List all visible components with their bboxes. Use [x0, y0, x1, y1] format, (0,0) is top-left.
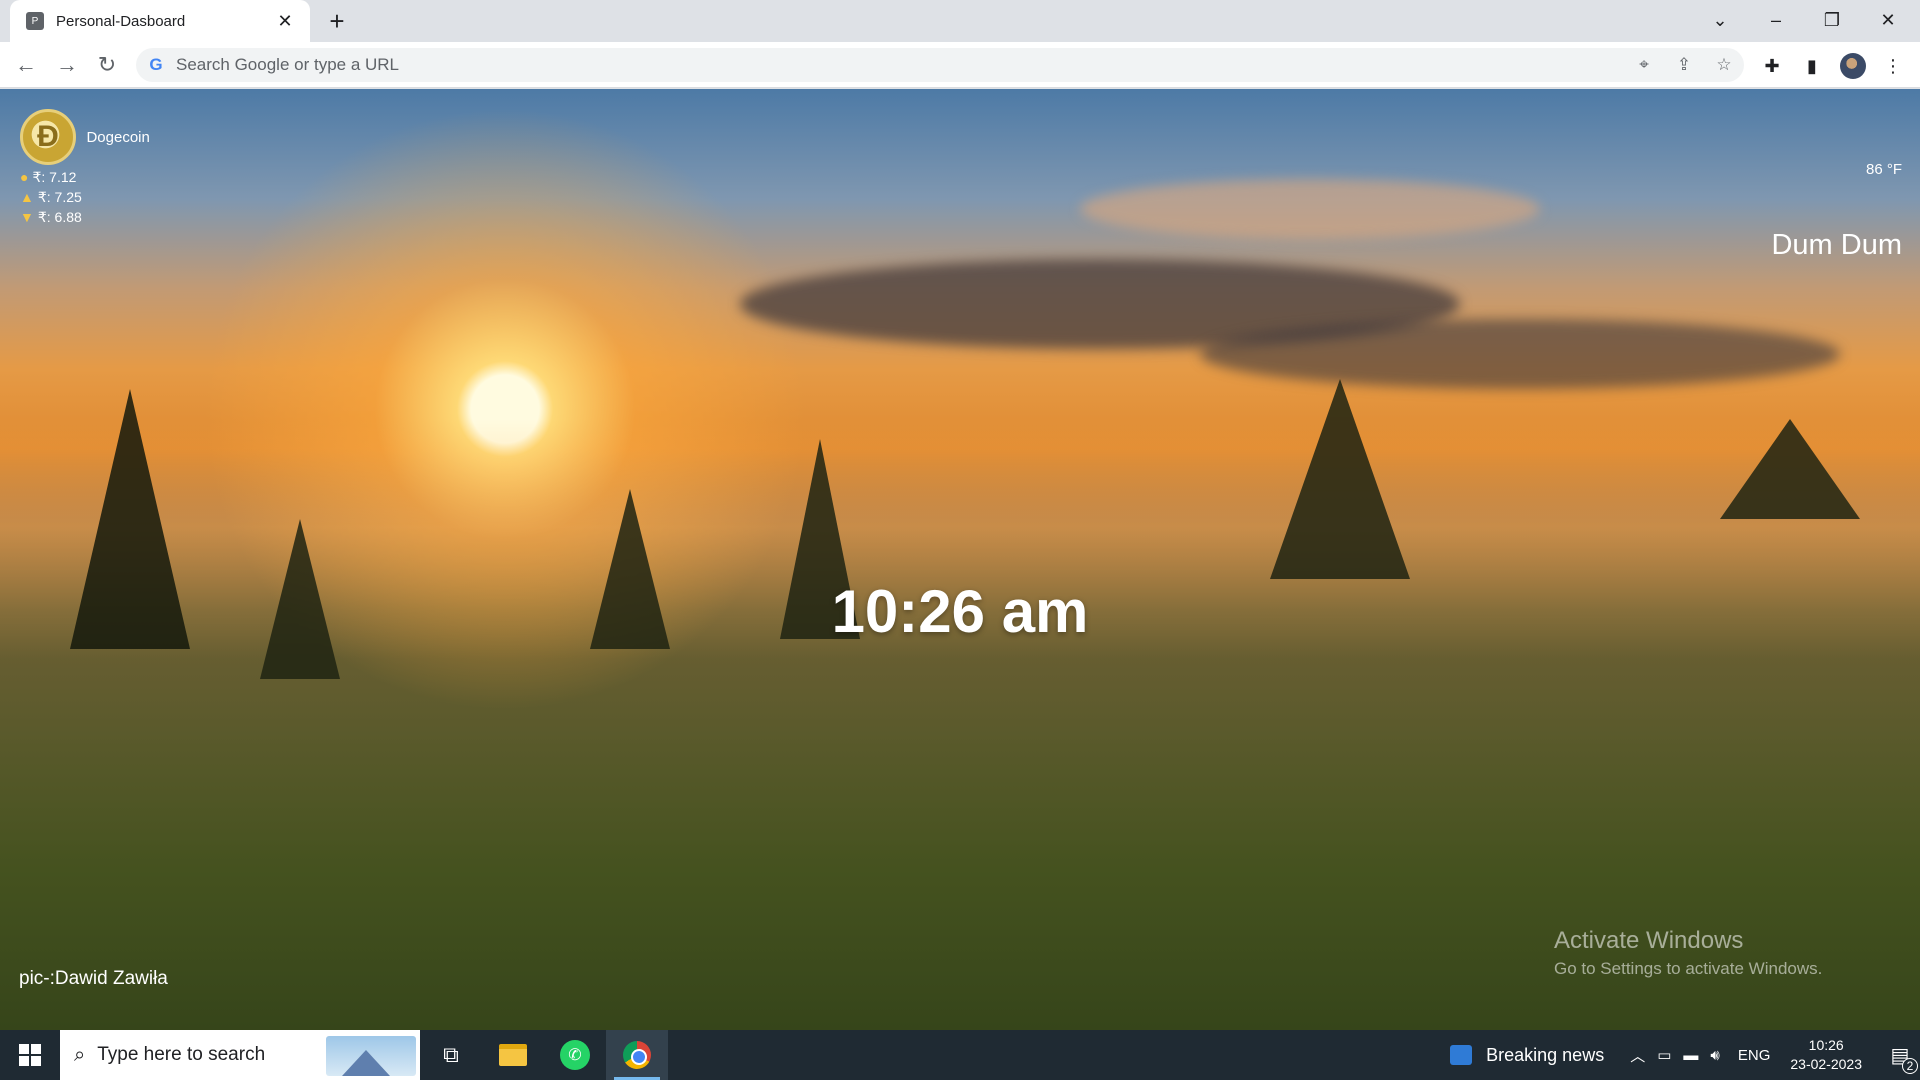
minimize-button[interactable]: – [1748, 0, 1804, 40]
crypto-widget: Ð Dogecoin ● ₹: 7.12 ▲ ₹: 7.25 ▼ ₹: 6.88 [20, 109, 150, 227]
new-tab-button[interactable]: + [323, 6, 351, 36]
back-arrow-icon[interactable]: ← [10, 49, 42, 81]
start-button[interactable] [0, 1030, 60, 1080]
battery-icon[interactable]: ▬ [1683, 1047, 1698, 1064]
task-view-icon: ⧉ [443, 1042, 459, 1067]
crypto-high-price: ▲ ₹: 7.25 [20, 189, 82, 205]
show-hidden-icons-chevron-icon[interactable]: ︿ [1630, 1045, 1645, 1066]
crypto-current-price: ● ₹: 7.12 [20, 169, 77, 185]
close-window-button[interactable]: ✕ [1860, 0, 1916, 40]
forward-arrow-icon[interactable]: → [51, 49, 83, 81]
activate-windows-watermark: Activate Windows Go to Settings to activ… [1554, 927, 1822, 979]
dogecoin-logo-icon: Ð [20, 109, 76, 165]
whatsapp-button[interactable]: ✆ [544, 1030, 606, 1080]
star-icon[interactable]: ☆ [1704, 55, 1744, 75]
tab-title: Personal-Dasboard [56, 12, 186, 30]
tab-close-icon[interactable]: ✕ [274, 11, 296, 32]
crypto-name: Dogecoin [86, 128, 150, 146]
thumbs-up-icon: ▲ [20, 189, 34, 205]
news-widget[interactable]: Breaking news [1450, 1045, 1604, 1066]
chrome-button[interactable] [606, 1030, 668, 1080]
device-icon[interactable]: ▭ [1657, 1046, 1671, 1064]
google-g-icon: G [149, 55, 163, 74]
browser-toolbar: ← → ↻ G Search Google or type a URL ⌖ ⇪ … [0, 42, 1920, 88]
taskbar-search-placeholder: Type here to search [97, 1044, 266, 1065]
file-explorer-icon [499, 1044, 527, 1066]
notification-center-button[interactable]: ▤ 2 [1880, 1043, 1920, 1074]
extensions-puzzle-icon[interactable]: ✚ [1757, 51, 1787, 81]
profile-avatar-icon[interactable] [1838, 51, 1868, 81]
clock-time: 10:26 am [831, 578, 1089, 645]
taskbar-date: 23-02-2023 [1790, 1056, 1862, 1072]
thumbs-down-icon: ▼ [20, 209, 34, 225]
omnibox-input[interactable]: Search Google or type a URL [176, 55, 1624, 75]
dashboard-page: Ð Dogecoin ● ₹: 7.12 ▲ ₹: 7.25 ▼ ₹: 6.88 86… [0, 89, 1920, 1030]
windows-logo-icon [19, 1044, 41, 1066]
windows-taskbar: ⌕ Type here to search ⧉ ✆ Breaking news … [0, 1030, 1920, 1080]
news-icon [1450, 1045, 1473, 1065]
coin-bag-icon: ● [20, 169, 29, 185]
watermark-subtitle: Go to Settings to activate Windows. [1554, 959, 1823, 978]
file-explorer-button[interactable] [482, 1030, 544, 1080]
taskbar-time: 10:26 [1808, 1037, 1844, 1053]
crypto-low-price: ▼ ₹: 6.88 [20, 209, 82, 225]
restore-button[interactable]: ❐ [1804, 0, 1860, 40]
language-indicator[interactable]: ENG [1738, 1047, 1771, 1064]
tab-search-chevron-icon[interactable]: ⌄ [1692, 0, 1748, 40]
chrome-icon [623, 1041, 651, 1069]
taskbar-clock[interactable]: 10:26 23-02-2023 [1790, 1036, 1862, 1074]
kebab-menu-icon[interactable]: ⋮ [1878, 51, 1908, 81]
background-tree [1720, 419, 1860, 519]
tab-favicon-icon: P [26, 12, 44, 30]
watermark-title: Activate Windows [1554, 927, 1744, 954]
search-highlight-art [326, 1036, 416, 1076]
taskbar-search-box[interactable]: ⌕ Type here to search [60, 1030, 420, 1080]
system-tray: Breaking news ︿ ▭ ▬ 🔊︎ ENG 10:26 23-02-2… [1450, 1030, 1920, 1080]
side-panel-icon[interactable]: ▮ [1797, 51, 1827, 81]
volume-icon[interactable]: 🔊︎ [1710, 1047, 1719, 1064]
share-icon[interactable]: ⇪ [1664, 55, 1704, 75]
whatsapp-icon: ✆ [560, 1040, 590, 1070]
weather-city: Dum Dum [1771, 229, 1902, 261]
omnibox[interactable]: G Search Google or type a URL ⌖ ⇪ ☆ [136, 48, 1744, 82]
weather-temperature: 86 °F [1865, 161, 1902, 178]
search-icon: ⌕ [74, 1043, 86, 1066]
location-icon[interactable]: ⌖ [1624, 55, 1664, 75]
photo-credit: pic-:Dawid Zawiła [19, 968, 168, 989]
tab-strip: P Personal-Dasboard ✕ + ⌄ – ❐ ✕ [0, 0, 1920, 42]
task-view-button[interactable]: ⧉ [420, 1030, 482, 1080]
browser-tab[interactable]: P Personal-Dasboard ✕ [10, 0, 310, 42]
notification-count-badge: 2 [1902, 1057, 1918, 1074]
background-tree [1270, 379, 1410, 579]
background-cloud [1080, 179, 1540, 239]
news-label: Breaking news [1486, 1044, 1605, 1065]
reload-icon[interactable]: ↻ [91, 49, 123, 81]
